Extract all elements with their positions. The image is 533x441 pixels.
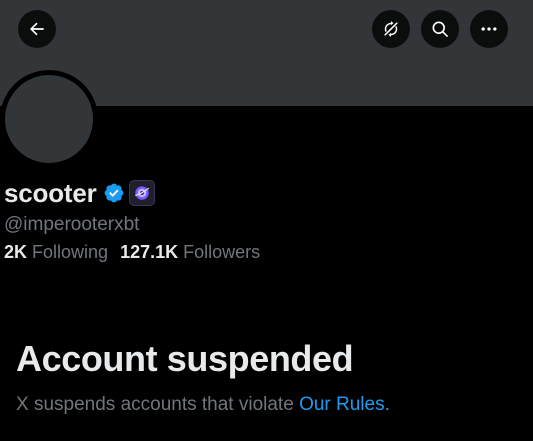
follow-stats: 2K Following 127.1K Followers bbox=[4, 242, 260, 263]
followers-count: 127.1K bbox=[120, 242, 179, 262]
rotate-button[interactable] bbox=[372, 10, 410, 48]
affiliate-icon[interactable] bbox=[128, 180, 155, 206]
following-label: Following bbox=[32, 242, 109, 262]
suspended-description-text: X suspends accounts that violate bbox=[16, 394, 300, 415]
avatar[interactable] bbox=[5, 75, 93, 163]
arrow-left-icon bbox=[27, 19, 47, 39]
followers-label: Followers bbox=[183, 242, 261, 262]
verified-icon[interactable] bbox=[103, 182, 125, 204]
suspended-title: Account suspended bbox=[16, 338, 354, 379]
avatar-frame bbox=[0, 70, 98, 168]
suspended-description: X suspends accounts that violate Our Rul… bbox=[16, 394, 390, 416]
following-link[interactable]: 2K Following bbox=[4, 242, 108, 262]
more-dots-icon bbox=[479, 19, 499, 39]
following-count: 2K bbox=[4, 242, 28, 262]
profile-name-row: scooter bbox=[4, 176, 155, 210]
display-name: scooter bbox=[4, 177, 97, 208]
back-button[interactable] bbox=[18, 10, 56, 48]
our-rules-link[interactable]: Our Rules bbox=[299, 394, 385, 415]
followers-link[interactable]: 127.1K Followers bbox=[120, 242, 260, 262]
profile-handle: @imperooterxbt bbox=[4, 214, 140, 235]
search-icon bbox=[430, 19, 450, 39]
more-options-button[interactable] bbox=[470, 10, 508, 48]
rotate-icon bbox=[381, 19, 401, 39]
our-rules-trailing: . bbox=[384, 394, 390, 415]
search-button[interactable] bbox=[421, 10, 459, 48]
